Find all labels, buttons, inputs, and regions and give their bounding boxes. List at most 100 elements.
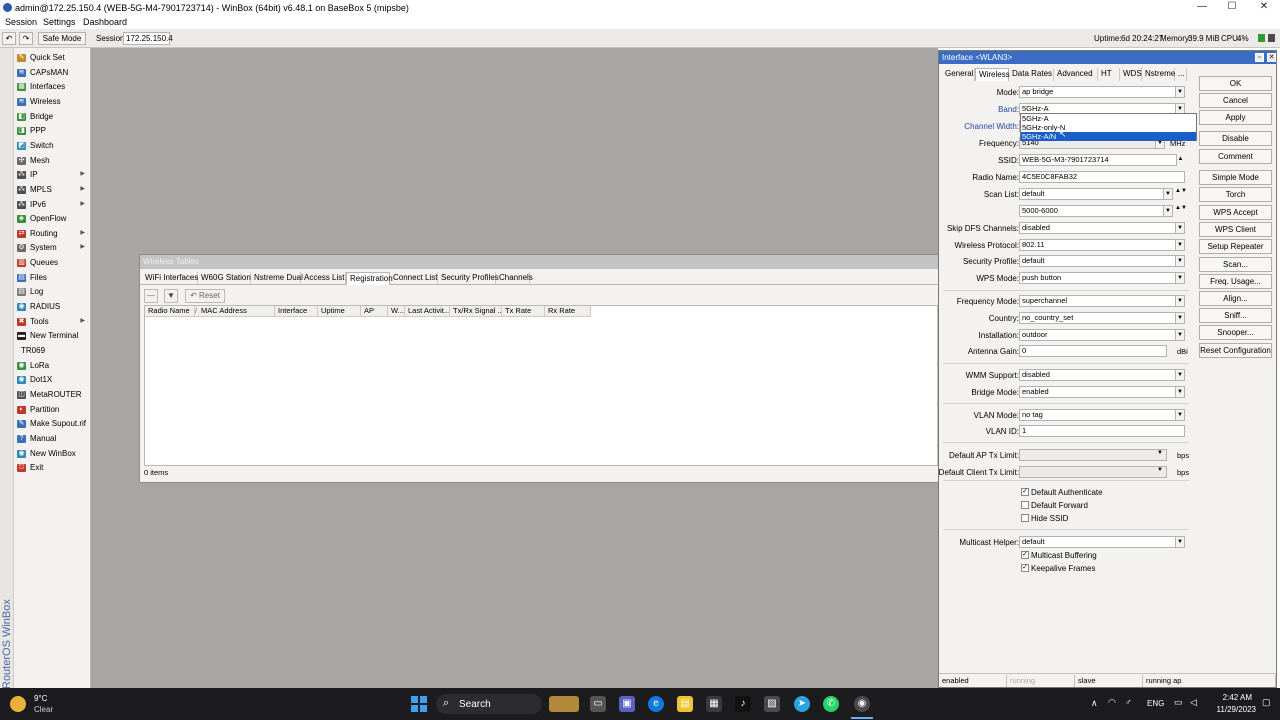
sidebar-item-partition[interactable]: ◐ Partition bbox=[14, 403, 91, 417]
reset-button[interactable]: ↶ Reset bbox=[185, 289, 225, 303]
wmm-support-field[interactable]: disabled bbox=[1019, 369, 1185, 381]
teams-icon[interactable]: ▣ bbox=[619, 696, 635, 712]
reset-configuration-button[interactable]: Reset Configuration bbox=[1199, 343, 1272, 358]
ssid-field[interactable]: WEB-5G-M3-7901723714 bbox=[1019, 154, 1177, 166]
tab-nstreme-dual[interactable]: Nstreme Dual bbox=[251, 272, 303, 285]
sidebar-item-dot1x[interactable]: ◉ Dot1X bbox=[14, 373, 91, 387]
tab-wifi-interfaces[interactable]: WiFi Interfaces bbox=[142, 272, 198, 285]
client-tx-limit-field[interactable] bbox=[1019, 466, 1167, 478]
volume-icon[interactable]: ◁ bbox=[1190, 697, 1197, 708]
sidebar-item-system[interactable]: ⚙ System ▶ bbox=[14, 241, 91, 255]
bridge-mode-field[interactable]: enabled bbox=[1019, 386, 1185, 398]
network-icon[interactable]: ▭ bbox=[1174, 697, 1183, 708]
wifi-icon[interactable]: ◠ bbox=[1108, 697, 1116, 708]
chevron-down-icon[interactable]: ▼ bbox=[1175, 386, 1185, 398]
sidebar-item-routing[interactable]: ⇄ Routing ▶ bbox=[14, 227, 91, 241]
tab-more[interactable]: ... bbox=[1175, 68, 1187, 81]
microphone-icon[interactable]: ♂ bbox=[1125, 697, 1132, 707]
wireless-tables-title[interactable]: Wireless Tables bbox=[140, 255, 938, 269]
band-option-5ghz-a[interactable]: 5GHz-A bbox=[1021, 114, 1196, 123]
maximize-button[interactable]: ☐ bbox=[1219, 1, 1245, 13]
minimize-button[interactable]: — bbox=[1189, 1, 1215, 13]
telegram-icon[interactable]: ➤ bbox=[794, 696, 810, 712]
tab-data-rates[interactable]: Data Rates bbox=[1009, 68, 1054, 81]
filter-icon[interactable]: ▼ bbox=[164, 289, 178, 303]
start-icon[interactable] bbox=[411, 696, 427, 712]
security-profile-field[interactable]: default bbox=[1019, 255, 1185, 267]
band-option-5ghz-a-n[interactable]: 5GHz-A/N bbox=[1021, 132, 1196, 141]
multicast-helper-field[interactable]: default bbox=[1019, 536, 1185, 548]
clock-date[interactable]: 11/29/2023 bbox=[1208, 705, 1256, 714]
tab-access-list[interactable]: Access List bbox=[301, 272, 346, 285]
sidebar-item-radius[interactable]: ◉ RADIUS bbox=[14, 300, 91, 314]
vlan-mode-field[interactable]: no tag bbox=[1019, 409, 1185, 421]
notification-icon[interactable]: ▢ bbox=[1262, 697, 1271, 708]
tab-w60g-station[interactable]: W60G Station bbox=[198, 272, 251, 285]
simple-mode-button[interactable]: Simple Mode bbox=[1199, 170, 1272, 185]
sidebar-item-new-winbox[interactable]: ◉ New WinBox bbox=[14, 447, 91, 461]
tab-advanced[interactable]: Advanced bbox=[1054, 68, 1098, 81]
menu-settings[interactable]: Settings bbox=[43, 17, 76, 27]
disable-button[interactable]: Disable bbox=[1199, 131, 1272, 146]
chevron-down-icon[interactable]: ▼ bbox=[1175, 222, 1185, 234]
sidebar-item-ipv6[interactable]: ⁂ IPv6 ▶ bbox=[14, 198, 91, 212]
undo-button[interactable]: ↶ bbox=[2, 32, 16, 45]
checkbox-default-authenticate[interactable]: ✓ bbox=[1021, 488, 1029, 496]
sidebar-item-files[interactable]: ▤ Files bbox=[14, 271, 91, 285]
redo-button[interactable]: ↷ bbox=[19, 32, 33, 45]
skip-dfs-field[interactable]: disabled bbox=[1019, 222, 1185, 234]
scan-list-range-field[interactable]: 5000-6000 bbox=[1019, 205, 1167, 217]
edge-icon[interactable]: e bbox=[648, 696, 664, 712]
sidebar-item-exit[interactable]: ⎋ Exit bbox=[14, 461, 91, 475]
clock-time[interactable]: 2:42 AM bbox=[1218, 693, 1252, 702]
close-button[interactable]: ✕ bbox=[1251, 1, 1277, 13]
cancel-button[interactable]: Cancel bbox=[1199, 93, 1272, 108]
apply-button[interactable]: Apply bbox=[1199, 110, 1272, 125]
tab-channels[interactable]: Channels bbox=[496, 272, 533, 285]
checkbox-multicast-buffering[interactable]: ✓ bbox=[1021, 551, 1029, 559]
chevron-down-icon[interactable]: ▼ bbox=[1175, 239, 1185, 251]
tab-nstreme[interactable]: Nstreme bbox=[1142, 68, 1175, 81]
chevron-down-icon[interactable]: ▼ bbox=[1175, 312, 1185, 324]
wireless-protocol-field[interactable]: 802.11 bbox=[1019, 239, 1185, 251]
sidebar-item-ip[interactable]: ⁂ IP ▶ bbox=[14, 168, 91, 182]
column-mac-address[interactable]: MAC Address bbox=[198, 306, 275, 317]
whatsapp-icon[interactable]: ✆ bbox=[823, 696, 839, 712]
close-window-icon[interactable]: ✕ bbox=[1267, 53, 1276, 62]
torch-button[interactable]: Torch bbox=[1199, 187, 1272, 202]
file-explorer-icon[interactable]: ▤ bbox=[677, 696, 693, 712]
radio-name-field[interactable]: 4C5E0C8FAB32 bbox=[1019, 171, 1185, 183]
photos-icon[interactable]: ▨ bbox=[764, 696, 780, 712]
chevron-down-icon[interactable]: ▼ bbox=[1175, 272, 1185, 284]
language-indicator[interactable]: ENG bbox=[1147, 699, 1164, 708]
up-down-icon[interactable]: ▲▼ bbox=[1175, 188, 1187, 194]
chevron-up-icon[interactable]: ∧ bbox=[1091, 698, 1098, 709]
sidebar-item-wireless[interactable]: ≋ Wireless bbox=[14, 95, 91, 109]
freq-usage-button[interactable]: Freq. Usage... bbox=[1199, 274, 1272, 289]
restore-window-icon[interactable]: ▫ bbox=[1255, 53, 1264, 62]
column-radio-name[interactable]: Radio Name bbox=[145, 306, 195, 317]
menu-session[interactable]: Session bbox=[5, 17, 37, 27]
sidebar-item-lora[interactable]: ◉ LoRa bbox=[14, 359, 91, 373]
column-w[interactable]: W... bbox=[388, 306, 405, 317]
band-option-5ghz-only-n[interactable]: 5GHz-only-N bbox=[1021, 123, 1196, 132]
sidebar-item-interfaces[interactable]: ▦ Interfaces bbox=[14, 80, 91, 94]
winbox-taskbar-icon[interactable]: ◉ bbox=[854, 696, 870, 712]
up-down-icon[interactable]: ▲▼ bbox=[1175, 205, 1187, 211]
remove-button[interactable]: — bbox=[144, 289, 158, 303]
antenna-gain-field[interactable]: 0 bbox=[1019, 345, 1167, 357]
sidebar-item-log[interactable]: ▤ Log bbox=[14, 285, 91, 299]
column-ap[interactable]: AP bbox=[361, 306, 388, 317]
safe-mode-button[interactable]: Safe Mode bbox=[38, 32, 86, 45]
chevron-down-icon[interactable]: ▼ bbox=[1175, 369, 1185, 381]
column-uptime[interactable]: Uptime bbox=[318, 306, 361, 317]
tiktok-icon[interactable]: ♪ bbox=[735, 696, 751, 712]
tab-wireless[interactable]: Wireless bbox=[975, 68, 1010, 81]
chevron-up-icon[interactable]: ▲ bbox=[1176, 156, 1185, 162]
session-field[interactable]: 172.25.150.4 bbox=[123, 32, 173, 45]
ok-button[interactable]: OK bbox=[1199, 76, 1272, 91]
tab-ht[interactable]: HT bbox=[1098, 68, 1120, 81]
column-tx-rate[interactable]: Tx Rate bbox=[502, 306, 545, 317]
tab-wds[interactable]: WDS bbox=[1120, 68, 1142, 81]
wps-client-button[interactable]: WPS Client bbox=[1199, 222, 1272, 237]
